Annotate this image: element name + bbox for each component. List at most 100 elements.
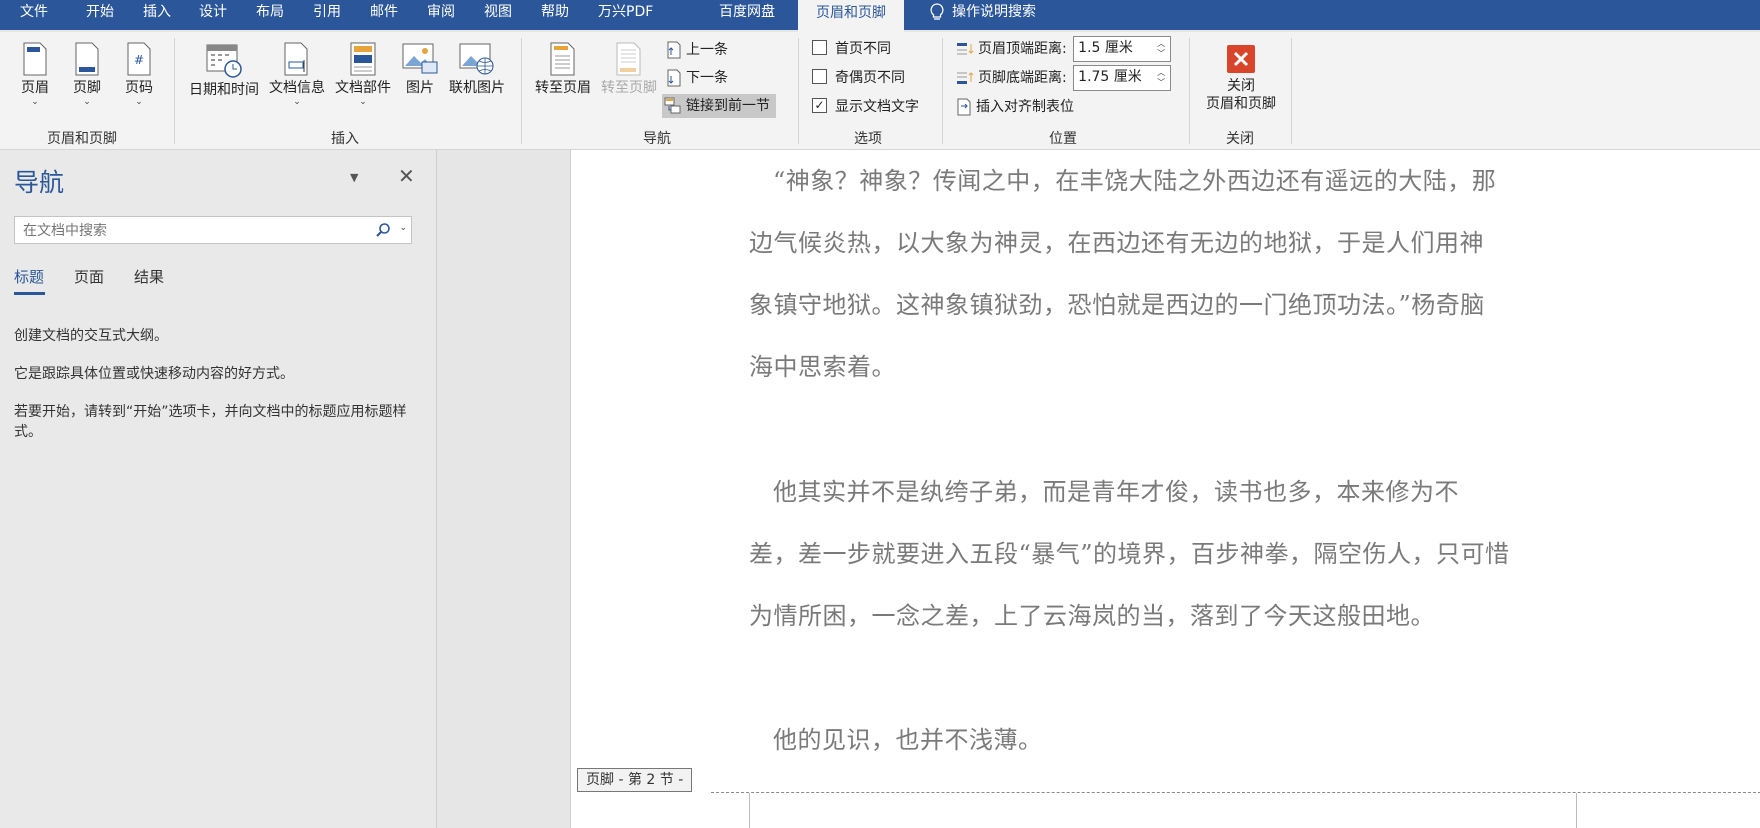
show-document-text-checkbox[interactable]: ✓ 显示文档文字	[812, 96, 919, 118]
insert-alignment-tab-button[interactable]: 插入对齐制表位	[956, 95, 1074, 119]
tab-insert[interactable]: 插入	[143, 0, 171, 30]
online-picture-icon	[459, 43, 494, 75]
group-label-header-footer: 页眉和页脚	[47, 131, 117, 147]
page-number-button[interactable]: # 页码 ⌄	[120, 42, 158, 107]
paragraph-2[interactable]: 他其实并不是纨绔子弟，而是青年才俊，读书也多，本来修为不 差，差一步就要进入五段…	[749, 461, 1669, 647]
different-odd-even-checkbox[interactable]: 奇偶页不同	[812, 67, 905, 89]
next-section-icon	[667, 69, 681, 87]
nav-tab-results[interactable]: 结果	[134, 266, 164, 287]
search-input[interactable]	[21, 220, 345, 242]
online-picture-button[interactable]: 联机图片	[446, 42, 508, 97]
spin-down-icon[interactable]: ﹀	[1157, 79, 1165, 87]
group-label-options: 选项	[854, 131, 882, 147]
header-button[interactable]: 页眉 ⌄	[16, 42, 54, 107]
nav-tab-headings[interactable]: 标题	[14, 266, 44, 287]
tab-review[interactable]: 审阅	[427, 0, 455, 30]
text-line: “神象？神象？传闻之中，在丰饶大陆之外西边还有遥远的大陆，那	[773, 167, 1497, 195]
text-line: 海中思索着。	[749, 353, 896, 381]
paragraph-3[interactable]: 他的见识，也并不浅薄。	[749, 709, 1669, 771]
tell-me-label: 操作说明搜索	[952, 4, 1036, 20]
close-icon[interactable]: ✕	[398, 164, 415, 188]
tab-layout[interactable]: 布局	[256, 0, 284, 30]
goto-header-icon	[550, 42, 575, 76]
goto-header-label: 转至页眉	[535, 80, 591, 96]
tab-references[interactable]: 引用	[313, 0, 341, 30]
different-first-page-label: 首页不同	[835, 41, 891, 57]
margin-guide	[749, 793, 750, 828]
navigation-pane: 导航 ▼ ✕ ⌄ 标题 页面 结果 创建文档的交互式大纲。 它是跟踪具体位置或快…	[0, 150, 437, 828]
different-first-page-checkbox[interactable]: 首页不同	[812, 38, 891, 60]
chevron-down-icon: ⌄	[31, 97, 39, 107]
checkmark-icon: ✓	[812, 97, 827, 113]
tell-me-search[interactable]: 操作说明搜索	[930, 0, 1036, 30]
spin-up-icon[interactable]: ︿	[1157, 40, 1165, 48]
header-position-icon	[957, 43, 974, 55]
group-separator	[798, 38, 799, 144]
footer-button[interactable]: 页脚 ⌄	[68, 42, 106, 107]
chevron-down-icon: ⌄	[135, 97, 143, 107]
document-info-icon	[284, 42, 308, 76]
group-label-position: 位置	[1049, 131, 1077, 147]
document-gutter	[437, 150, 570, 828]
goto-header-button[interactable]: 转至页眉	[532, 42, 594, 97]
doc-info-label: 文档信息	[269, 80, 325, 96]
footer-bottom-distance-label: 页脚底端距离:	[978, 70, 1067, 86]
picture-button[interactable]: 图片	[400, 42, 440, 97]
checkbox-box	[812, 68, 827, 84]
tab-home[interactable]: 开始	[86, 0, 114, 30]
insert-alignment-tab-label: 插入对齐制表位	[976, 99, 1074, 115]
text-line: 他的见识，也并不浅薄。	[773, 726, 1043, 754]
spin-down-icon[interactable]: ﹀	[1157, 50, 1165, 58]
chevron-down-icon: ⌄	[359, 97, 367, 107]
goto-footer-label: 转至页脚	[601, 80, 657, 96]
ribbon-tab-bar: 文件 开始 插入 设计 布局 引用 邮件 审阅 视图 帮助 万兴PDF 百度网盘…	[0, 0, 1760, 32]
nav-search-box: ⌄	[14, 216, 412, 244]
margin-guide	[1576, 793, 1577, 828]
tab-help[interactable]: 帮助	[541, 0, 569, 30]
close-label-line1: 关闭	[1227, 78, 1255, 94]
doc-parts-button[interactable]: 文档部件 ⌄	[332, 42, 394, 107]
link-to-previous-icon	[664, 97, 681, 114]
header-top-distance-spinner[interactable]: 1.5 厘米 ︿ ﹀	[1073, 36, 1172, 62]
date-time-button[interactable]: 日期和时间	[186, 42, 262, 99]
tab-header-footer[interactable]: 页眉和页脚	[798, 0, 904, 32]
header-icon	[23, 42, 47, 76]
doc-info-button[interactable]: 文档信息 ⌄	[266, 42, 328, 107]
search-icon[interactable]	[375, 222, 391, 238]
text-line: 为情所困，一念之差，上了云海岚的当，落到了今天这般田地。	[749, 602, 1435, 630]
pane-options-icon[interactable]: ▼	[350, 171, 358, 184]
goto-footer-icon	[616, 42, 641, 76]
date-time-label: 日期和时间	[189, 82, 259, 98]
group-separator	[174, 38, 175, 144]
checkbox-box	[812, 39, 827, 55]
tab-baidu-netdisk[interactable]: 百度网盘	[719, 0, 775, 30]
goto-footer-button[interactable]: 转至页脚	[598, 42, 660, 97]
tab-design[interactable]: 设计	[199, 0, 227, 30]
paragraph-1[interactable]: “神象？神象？传闻之中，在丰饶大陆之外西边还有遥远的大陆，那 边气候炎热，以大象…	[749, 150, 1669, 398]
next-button[interactable]: 下一条	[666, 66, 728, 90]
tab-view[interactable]: 视图	[484, 0, 512, 30]
group-separator	[521, 38, 522, 144]
tab-file[interactable]: 文件	[20, 0, 48, 30]
link-to-previous-button[interactable]: 链接到前一节	[662, 94, 776, 118]
spin-up-icon[interactable]: ︿	[1157, 69, 1165, 77]
header-label: 页眉	[21, 80, 49, 96]
header-top-distance-label: 页眉顶端距离:	[978, 41, 1067, 57]
footer-bottom-distance-spinner[interactable]: 1.75 厘米 ︿ ﹀	[1073, 65, 1172, 91]
group-separator	[942, 38, 943, 144]
nav-tab-pages[interactable]: 页面	[74, 266, 104, 287]
group-label-insert: 插入	[331, 131, 359, 147]
document-page[interactable]: “神象？神象？传闻之中，在丰饶大陆之外西边还有遥远的大陆，那 边气候炎热，以大象…	[570, 150, 1760, 828]
footer-position-icon	[957, 72, 974, 84]
svg-text:#: #	[134, 53, 144, 67]
tab-mailings[interactable]: 邮件	[370, 0, 398, 30]
next-label: 下一条	[686, 70, 728, 86]
previous-button[interactable]: 上一条	[666, 38, 728, 62]
show-document-text-label: 显示文档文字	[835, 99, 919, 115]
chevron-down-icon[interactable]: ⌄	[399, 223, 407, 233]
page-number-label: 页码	[125, 80, 153, 96]
doc-parts-label: 文档部件	[335, 80, 391, 96]
tab-wondershare-pdf[interactable]: 万兴PDF	[598, 0, 653, 30]
close-header-footer-button[interactable]: 关闭 页眉和页脚	[1200, 44, 1282, 113]
page-number-icon: #	[127, 42, 151, 76]
